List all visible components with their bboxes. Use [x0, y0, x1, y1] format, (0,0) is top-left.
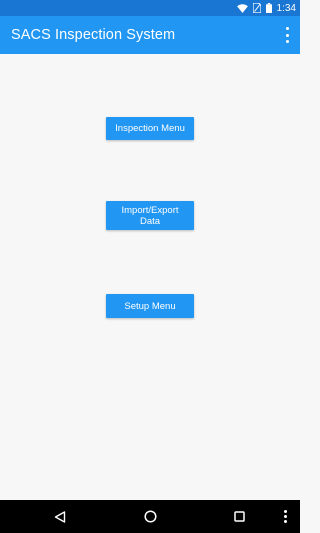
setup-menu-button[interactable]: Setup Menu — [106, 294, 194, 318]
menu-icon[interactable] — [270, 500, 300, 533]
status-bar: 1:34 — [0, 0, 300, 16]
battery-icon — [265, 3, 272, 13]
home-icon[interactable] — [130, 500, 170, 533]
app-bar: SACS Inspection System — [0, 16, 300, 54]
app-title: SACS Inspection System — [11, 27, 176, 43]
recents-icon[interactable] — [219, 500, 259, 533]
sim-no-service-icon — [252, 3, 261, 13]
status-time: 1:34 — [276, 2, 296, 14]
import-export-data-button[interactable]: Import/Export Data — [106, 201, 194, 230]
inspection-menu-button[interactable]: Inspection Menu — [106, 117, 194, 140]
wifi-icon — [236, 3, 248, 13]
navigation-bar — [0, 500, 300, 533]
overflow-menu-icon[interactable] — [282, 27, 292, 43]
main-content: Inspection Menu Import/Export Data Setup… — [0, 54, 300, 500]
back-icon[interactable] — [40, 500, 80, 533]
